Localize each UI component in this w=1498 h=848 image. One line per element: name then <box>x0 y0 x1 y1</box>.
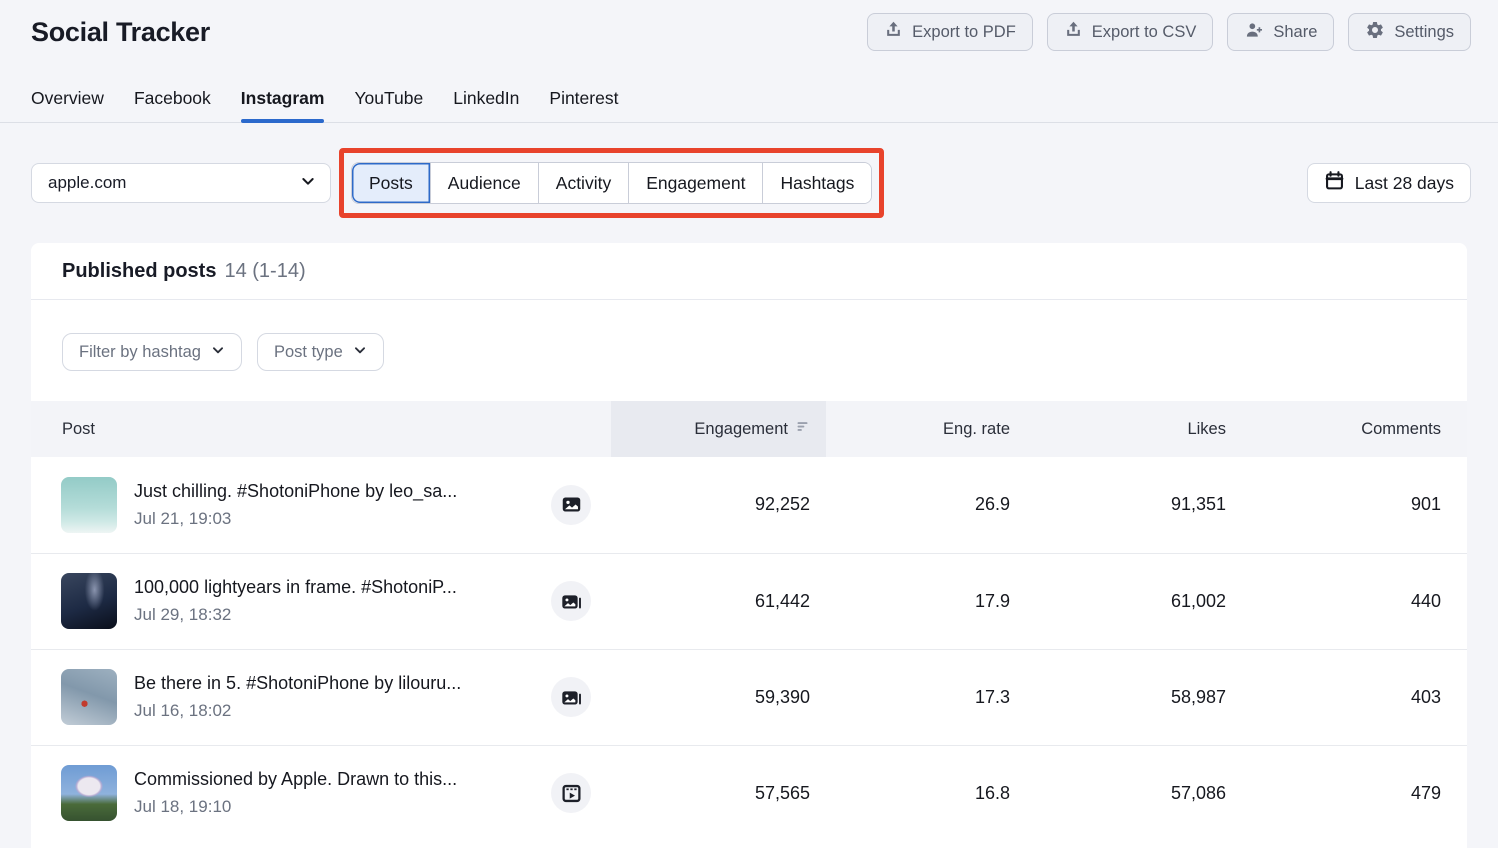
post-title[interactable]: Just chilling. #ShotoniPhone by leo_sa..… <box>134 481 457 502</box>
post-thumbnail[interactable] <box>61 573 117 629</box>
profile-select-value: apple.com <box>48 173 126 193</box>
table-row[interactable]: 100,000 lightyears in frame. #ShotoniP..… <box>31 553 1467 649</box>
likes-value: 61,002 <box>1026 553 1242 649</box>
comments-value: 901 <box>1242 457 1467 553</box>
upload-icon <box>884 20 903 44</box>
comments-value: 440 <box>1242 553 1467 649</box>
sort-descending-icon <box>795 419 810 439</box>
profile-select[interactable]: apple.com <box>31 163 331 203</box>
post-title[interactable]: Be there in 5. #ShotoniPhone by lilouru.… <box>134 673 461 694</box>
post-type-dropdown[interactable]: Post type <box>257 333 384 371</box>
carousel-icon <box>551 677 591 717</box>
export-pdf-label: Export to PDF <box>912 23 1016 42</box>
header-actions: Export to PDF Export to CSV Share Settin… <box>867 13 1471 51</box>
export-csv-button[interactable]: Export to CSV <box>1047 13 1214 51</box>
likes-value: 57,086 <box>1026 745 1242 841</box>
share-label: Share <box>1273 23 1317 42</box>
settings-label: Settings <box>1394 23 1454 42</box>
column-header-engagement[interactable]: Engagement <box>611 401 826 457</box>
likes-value: 58,987 <box>1026 649 1242 745</box>
annotation-highlight-box: Posts Audience Activity Engagement Hasht… <box>339 148 884 218</box>
tab-pinterest[interactable]: Pinterest <box>549 78 618 122</box>
post-title[interactable]: 100,000 lightyears in frame. #ShotoniP..… <box>134 577 457 598</box>
post-thumbnail[interactable] <box>61 765 117 821</box>
segment-activity[interactable]: Activity <box>538 163 628 203</box>
post-date: Jul 18, 19:10 <box>134 797 457 817</box>
eng-rate-value: 26.9 <box>826 457 1026 553</box>
person-add-icon <box>1244 20 1264 45</box>
settings-button[interactable]: Settings <box>1348 13 1471 51</box>
date-range-button[interactable]: Last 28 days <box>1307 163 1471 203</box>
eng-rate-value: 17.9 <box>826 553 1026 649</box>
likes-value: 91,351 <box>1026 457 1242 553</box>
section-segmented-control: Posts Audience Activity Engagement Hasht… <box>351 162 872 204</box>
published-posts-card: Published posts 14 (1-14) Filter by hasht… <box>31 243 1467 848</box>
tab-overview[interactable]: Overview <box>31 78 104 122</box>
filter-by-hashtag-dropdown[interactable]: Filter by hashtag <box>62 333 242 371</box>
engagement-value: 57,565 <box>611 745 826 841</box>
channel-tabs: Overview Facebook Instagram YouTube Link… <box>0 78 1498 123</box>
chevron-down-icon <box>211 343 225 362</box>
calendar-icon <box>1324 170 1345 196</box>
column-header-comments[interactable]: Comments <box>1242 401 1467 457</box>
filter-hashtag-label: Filter by hashtag <box>79 343 201 362</box>
filters-row: Filter by hashtag Post type <box>31 300 1467 401</box>
top-header: Social Tracker Export to PDF Export to C… <box>0 0 1498 56</box>
engagement-value: 92,252 <box>611 457 826 553</box>
posts-table: Post Engagement Eng. rate Likes Comments… <box>31 401 1467 841</box>
table-row[interactable]: Commissioned by Apple. Drawn to this... … <box>31 745 1467 841</box>
comments-value: 403 <box>1242 649 1467 745</box>
video-icon <box>551 773 591 813</box>
column-header-likes[interactable]: Likes <box>1026 401 1242 457</box>
column-header-eng-rate[interactable]: Eng. rate <box>826 401 1026 457</box>
card-count: 14 (1-14) <box>224 260 305 282</box>
tab-instagram[interactable]: Instagram <box>241 78 325 122</box>
date-range-label: Last 28 days <box>1355 173 1454 194</box>
chevron-down-icon <box>353 343 367 362</box>
table-header-row: Post Engagement Eng. rate Likes Comments <box>31 401 1467 457</box>
controls-row: apple.com Posts Audience Activity Engage… <box>0 148 1498 218</box>
tab-linkedin[interactable]: LinkedIn <box>453 78 519 122</box>
comments-value: 479 <box>1242 745 1467 841</box>
engagement-value: 59,390 <box>611 649 826 745</box>
card-header: Published posts 14 (1-14) <box>31 243 1467 300</box>
eng-rate-value: 16.8 <box>826 745 1026 841</box>
engagement-value: 61,442 <box>611 553 826 649</box>
share-button[interactable]: Share <box>1227 13 1334 51</box>
post-date: Jul 29, 18:32 <box>134 605 457 625</box>
card-title: Published posts <box>62 260 216 282</box>
post-type-label: Post type <box>274 343 343 362</box>
post-thumbnail[interactable] <box>61 669 117 725</box>
segment-audience[interactable]: Audience <box>430 163 538 203</box>
post-date: Jul 16, 18:02 <box>134 701 461 721</box>
export-pdf-button[interactable]: Export to PDF <box>867 13 1033 51</box>
eng-rate-value: 17.3 <box>826 649 1026 745</box>
post-thumbnail[interactable] <box>61 477 117 533</box>
chevron-down-icon <box>300 173 316 194</box>
table-row[interactable]: Just chilling. #ShotoniPhone by leo_sa..… <box>31 457 1467 553</box>
segment-engagement[interactable]: Engagement <box>628 163 762 203</box>
page-title: Social Tracker <box>31 17 210 48</box>
export-csv-label: Export to CSV <box>1092 23 1197 42</box>
column-header-post[interactable]: Post <box>31 401 611 457</box>
tab-youtube[interactable]: YouTube <box>354 78 423 122</box>
upload-icon <box>1064 20 1083 44</box>
segment-hashtags[interactable]: Hashtags <box>762 163 871 203</box>
segment-posts[interactable]: Posts <box>352 163 430 203</box>
image-icon <box>551 485 591 525</box>
tab-facebook[interactable]: Facebook <box>134 78 211 122</box>
gear-icon <box>1365 20 1385 45</box>
post-title[interactable]: Commissioned by Apple. Drawn to this... <box>134 769 457 790</box>
post-date: Jul 21, 19:03 <box>134 509 457 529</box>
table-row[interactable]: Be there in 5. #ShotoniPhone by lilouru.… <box>31 649 1467 745</box>
carousel-icon <box>551 581 591 621</box>
